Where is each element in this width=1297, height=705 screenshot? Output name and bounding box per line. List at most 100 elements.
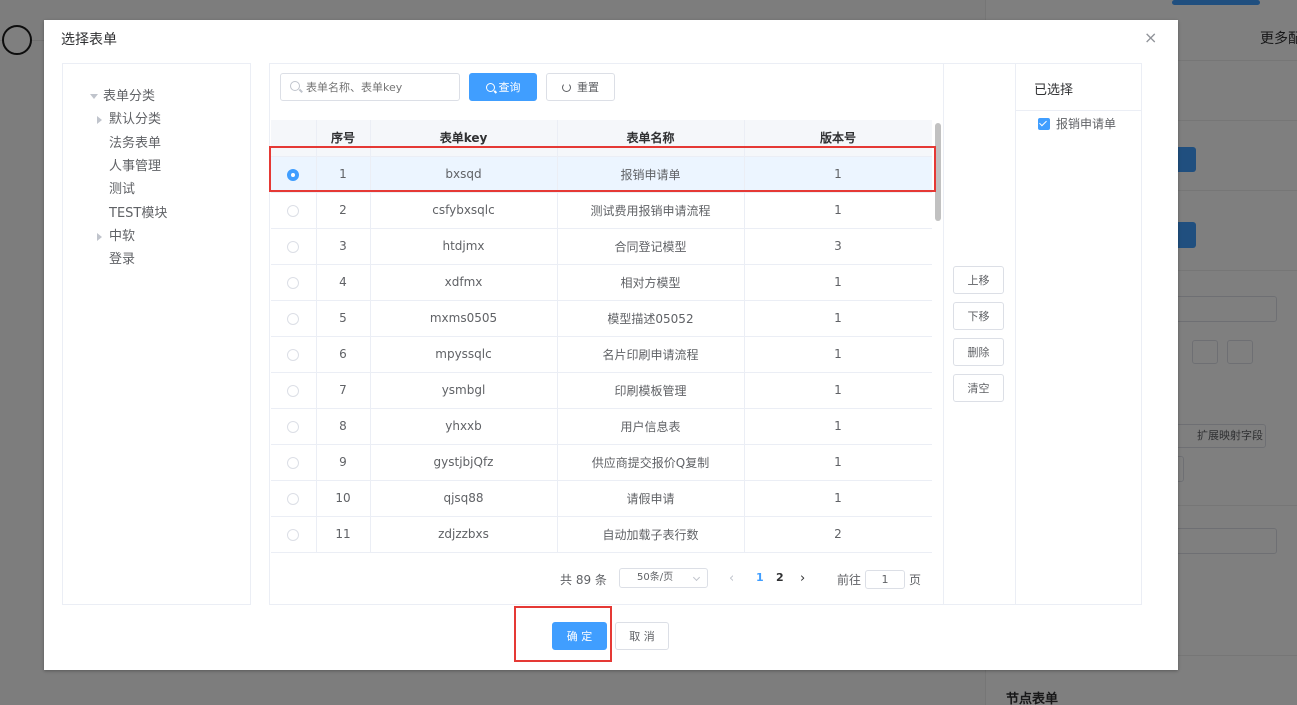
cell-name: 用户信息表 — [557, 408, 745, 445]
annotation-highlight-row — [269, 146, 936, 192]
chevron-right-icon[interactable] — [97, 232, 102, 241]
cancel-button[interactable]: 取 消 — [615, 622, 669, 650]
row-radio-cell[interactable] — [271, 228, 317, 265]
row-radio-cell[interactable] — [271, 264, 317, 301]
cell-key: ysmbgl — [370, 372, 558, 409]
page-number-2[interactable]: 2 — [776, 571, 784, 584]
table-row[interactable]: 3 htdjmx 合同登记模型 3 — [271, 228, 932, 265]
clear-button[interactable]: 清空 — [953, 374, 1004, 402]
cell-name: 合同登记模型 — [557, 228, 745, 265]
cell-key: htdjmx — [370, 228, 558, 265]
tree-node-login[interactable]: 登录 — [109, 248, 135, 267]
divider — [1016, 110, 1141, 111]
cell-index: 4 — [316, 264, 371, 301]
category-tree: 表单分类 默认分类 法务表单 人事管理 测试 TEST模块 中软 登录 — [62, 63, 251, 605]
cell-index: 6 — [316, 336, 371, 373]
cell-index: 9 — [316, 444, 371, 481]
cell-index: 10 — [316, 480, 371, 517]
row-radio-cell[interactable] — [271, 372, 317, 409]
radio-icon[interactable] — [287, 204, 300, 217]
cell-name: 测试费用报销申请流程 — [557, 192, 745, 229]
table-row[interactable]: 10 qjsq88 请假申请 1 — [271, 480, 932, 517]
cell-version: 1 — [744, 264, 932, 301]
selected-item[interactable]: 报销申请单 — [1038, 115, 1116, 132]
next-page-icon[interactable]: › — [800, 571, 805, 586]
cell-key: csfybxsqlc — [370, 192, 558, 229]
tree-node-default[interactable]: 默认分类 — [97, 108, 161, 127]
tree-node-test-module[interactable]: TEST模块 — [109, 202, 167, 221]
pagination-total: 共 89 条 — [560, 573, 607, 587]
table-row[interactable]: 2 csfybxsqlc 测试费用报销申请流程 1 — [271, 192, 932, 229]
close-icon[interactable]: × — [1144, 28, 1157, 47]
cell-version: 1 — [744, 192, 932, 229]
chevron-down-icon[interactable] — [90, 94, 98, 99]
annotation-highlight-confirm — [514, 606, 612, 662]
cell-version: 1 — [744, 372, 932, 409]
cell-key: qjsq88 — [370, 480, 558, 517]
table-row[interactable]: 4 xdfmx 相对方模型 1 — [271, 264, 932, 301]
cell-key: mxms0505 — [370, 300, 558, 337]
radio-icon[interactable] — [287, 276, 300, 289]
tree-node-test[interactable]: 测试 — [109, 178, 135, 197]
tree-node-zhongruan[interactable]: 中软 — [97, 225, 135, 244]
radio-icon[interactable] — [287, 348, 300, 361]
dialog-title: 选择表单 — [61, 32, 117, 48]
row-radio-cell[interactable] — [271, 408, 317, 445]
table-row[interactable]: 6 mpyssqlc 名片印刷申请流程 1 — [271, 336, 932, 373]
radio-icon[interactable] — [287, 492, 300, 505]
table-row[interactable]: 7 ysmbgl 印刷模板管理 1 — [271, 372, 932, 409]
move-up-button[interactable]: 上移 — [953, 266, 1004, 294]
row-radio-cell[interactable] — [271, 516, 317, 553]
cell-version: 1 — [744, 444, 932, 481]
cell-name: 名片印刷申请流程 — [557, 336, 745, 373]
table-row[interactable]: 9 gystjbjQfz 供应商提交报价Q复制 1 — [271, 444, 932, 481]
cell-name: 请假申请 — [557, 480, 745, 517]
move-down-button[interactable]: 下移 — [953, 302, 1004, 330]
row-radio-cell[interactable] — [271, 336, 317, 373]
radio-icon[interactable] — [287, 420, 300, 433]
search-input[interactable] — [280, 73, 460, 101]
refresh-icon — [562, 82, 571, 92]
cell-version: 1 — [744, 336, 932, 373]
cell-version: 1 — [744, 300, 932, 337]
reset-button[interactable]: 重置 — [546, 73, 615, 101]
goto-page-input[interactable] — [865, 570, 905, 589]
cell-name: 相对方模型 — [557, 264, 745, 301]
cell-version: 1 — [744, 480, 932, 517]
cell-key: zdjzzbxs — [370, 516, 558, 553]
cell-key: gystjbjQfz — [370, 444, 558, 481]
select-form-dialog: 选择表单 × 表单分类 默认分类 法务表单 人事管理 测试 TEST模块 中软 … — [44, 20, 1178, 670]
row-radio-cell[interactable] — [271, 480, 317, 517]
tree-node-hr[interactable]: 人事管理 — [109, 155, 161, 174]
page-number-1[interactable]: 1 — [756, 571, 764, 584]
row-radio-cell[interactable] — [271, 300, 317, 337]
cell-index: 11 — [316, 516, 371, 553]
tree-node-root[interactable]: 表单分类 — [90, 85, 155, 104]
checkbox-checked-icon[interactable] — [1038, 117, 1050, 130]
row-radio-cell[interactable] — [271, 444, 317, 481]
radio-icon[interactable] — [287, 456, 300, 469]
goto-unit: 页 — [909, 573, 922, 587]
cell-index: 3 — [316, 228, 371, 265]
table-row[interactable]: 11 zdjzzbxs 自动加载子表行数 2 — [271, 516, 932, 553]
radio-icon[interactable] — [287, 312, 300, 325]
chevron-right-icon[interactable] — [97, 115, 102, 124]
query-button[interactable]: 查询 — [469, 73, 537, 101]
table-row[interactable]: 8 yhxxb 用户信息表 1 — [271, 408, 932, 445]
cell-version: 1 — [744, 408, 932, 445]
cell-name: 供应商提交报价Q复制 — [557, 444, 745, 481]
cell-name: 自动加载子表行数 — [557, 516, 745, 553]
page-size-select[interactable]: 50条/页 — [619, 568, 708, 588]
form-list-panel: 查询 重置 序号 表单key 表单名称 版本号 — [269, 63, 944, 605]
cell-version: 2 — [744, 516, 932, 553]
radio-icon[interactable] — [287, 240, 300, 253]
row-radio-cell[interactable] — [271, 192, 317, 229]
radio-icon[interactable] — [287, 528, 300, 541]
table-row[interactable]: 5 mxms0505 模型描述05052 1 — [271, 300, 932, 337]
cell-version: 3 — [744, 228, 932, 265]
radio-icon[interactable] — [287, 384, 300, 397]
chevron-down-icon — [692, 573, 701, 582]
tree-node-legal[interactable]: 法务表单 — [109, 132, 161, 151]
delete-button[interactable]: 删除 — [953, 338, 1004, 366]
prev-page-icon[interactable]: ‹ — [729, 571, 734, 586]
